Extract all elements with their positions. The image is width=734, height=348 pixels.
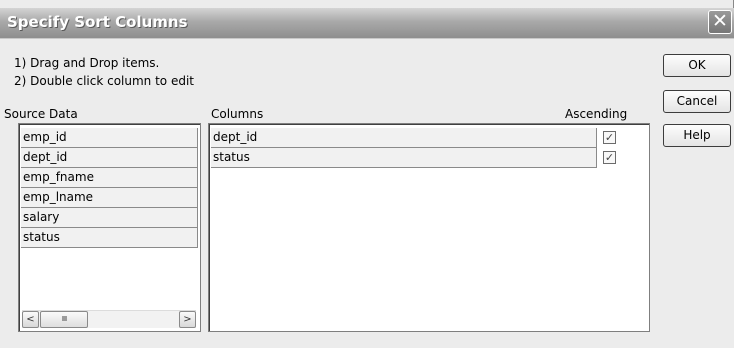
ascending-label: Ascending: [565, 107, 628, 121]
help-button[interactable]: Help: [663, 124, 731, 147]
source-item-salary[interactable]: salary: [21, 208, 198, 228]
ascending-checkbox-status[interactable]: ✓: [603, 151, 616, 164]
source-item-status[interactable]: status: [21, 228, 198, 248]
scroll-thumb[interactable]: IIIII: [40, 311, 88, 328]
close-icon[interactable]: ✕: [708, 10, 732, 34]
source-data-label: Source Data: [4, 107, 78, 121]
source-item-emp-id[interactable]: emp_id: [21, 128, 198, 148]
column-row-dept-id[interactable]: dept_id: [211, 128, 597, 148]
source-data-list[interactable]: emp_id dept_id emp_fname emp_lname salar…: [18, 123, 201, 332]
horizontal-scrollbar[interactable]: < IIIII >: [22, 310, 196, 328]
instruction-line-1: 1) Drag and Drop items.: [14, 56, 160, 70]
source-item-dept-id[interactable]: dept_id: [21, 148, 198, 168]
dialog-title: Specify Sort Columns: [7, 13, 188, 31]
scroll-left-icon[interactable]: <: [22, 311, 39, 328]
columns-list[interactable]: dept_id ✓ status ✓: [208, 123, 650, 332]
columns-label: Columns: [211, 107, 264, 121]
ascending-checkbox-dept-id[interactable]: ✓: [603, 131, 616, 144]
cancel-button[interactable]: Cancel: [663, 90, 731, 113]
dialog-content: 1) Drag and Drop items. 2) Double click …: [0, 38, 734, 348]
source-item-emp-lname[interactable]: emp_lname: [21, 188, 198, 208]
ok-button[interactable]: OK: [663, 54, 731, 77]
specify-sort-columns-dialog: Specify Sort Columns ✕ 1) Drag and Drop …: [0, 0, 734, 348]
instruction-line-2: 2) Double click column to edit: [14, 74, 194, 88]
source-item-emp-fname[interactable]: emp_fname: [21, 168, 198, 188]
title-bar[interactable]: Specify Sort Columns ✕: [0, 8, 734, 38]
scroll-right-icon[interactable]: >: [179, 311, 196, 328]
column-row-status[interactable]: status: [211, 148, 597, 168]
